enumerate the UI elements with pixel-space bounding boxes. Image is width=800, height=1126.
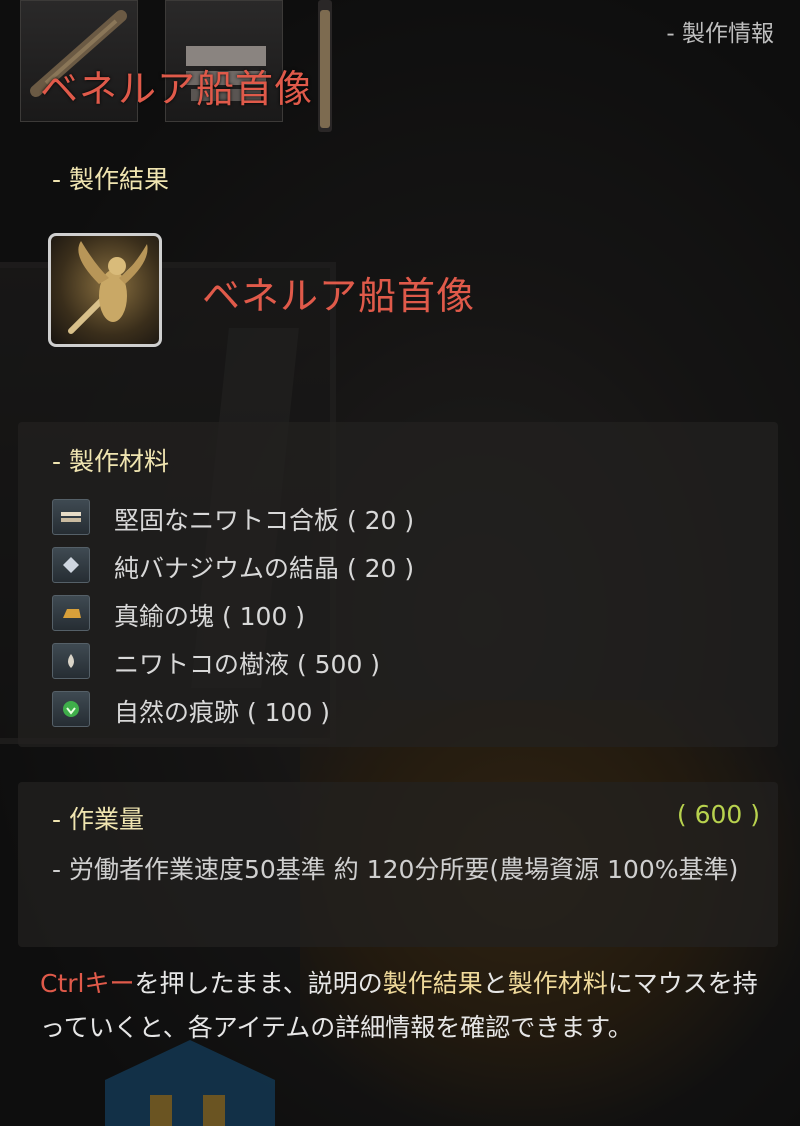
material-label: 自然の痕跡 ( 100 ) [114, 698, 331, 727]
material-item[interactable]: 自然の痕跡 ( 100 ) [52, 689, 652, 729]
materials-section-title: - 製作材料 [52, 447, 169, 476]
hint-text: Ctrlキーを押したまま、説明の製作結果と製作材料にマウスを持っていくと、各アイ… [40, 969, 758, 1042]
ingot-icon [52, 595, 90, 631]
work-section-title: - 作業量 [52, 805, 144, 834]
figurehead-icon[interactable] [48, 233, 162, 347]
material-item[interactable]: 純バナジウムの結晶 ( 20 ) [52, 545, 652, 585]
work-description: - 労働者作業速度50基準 約 120分所要(農場資源 100%基準) [52, 855, 739, 884]
crafting-info-panel: ベネルア船首像 - 製作情報 - 製作結果 ベネルア船首像 - 製作材料 堅固な… [0, 0, 800, 1126]
material-label: 真鍮の塊 ( 100 ) [114, 602, 306, 631]
hint-keyword-materials: 製作材料 [507, 969, 608, 998]
sap-icon [52, 643, 90, 679]
crafting-info-header: - 製作情報 [666, 21, 774, 47]
material-item[interactable]: ニワトコの樹液 ( 500 ) [52, 641, 652, 681]
scrollbar-thumb[interactable] [320, 10, 330, 128]
material-label: 純バナジウムの結晶 ( 20 ) [114, 554, 415, 583]
result-item-name[interactable]: ベネルア船首像 [202, 265, 475, 320]
top-item-title: ベネルア船首像 [40, 67, 314, 111]
material-item[interactable]: 堅固なニワトコ合板 ( 20 ) [52, 497, 652, 537]
material-item[interactable]: 真鍮の塊 ( 100 ) [52, 593, 652, 633]
plywood-icon [52, 499, 90, 535]
material-label: 堅固なニワトコ合板 ( 20 ) [114, 506, 415, 535]
crystal-icon [52, 547, 90, 583]
hint-keyword-result: 製作結果 [382, 969, 483, 998]
work-amount-value: ( 600 ) [676, 800, 760, 829]
material-label: ニワトコの樹液 ( 500 ) [114, 650, 381, 679]
hint-key: Ctrlキー [40, 969, 135, 998]
nature-trace-icon [52, 691, 90, 727]
result-section-title: - 製作結果 [52, 165, 169, 194]
scrollbar[interactable] [318, 0, 332, 132]
